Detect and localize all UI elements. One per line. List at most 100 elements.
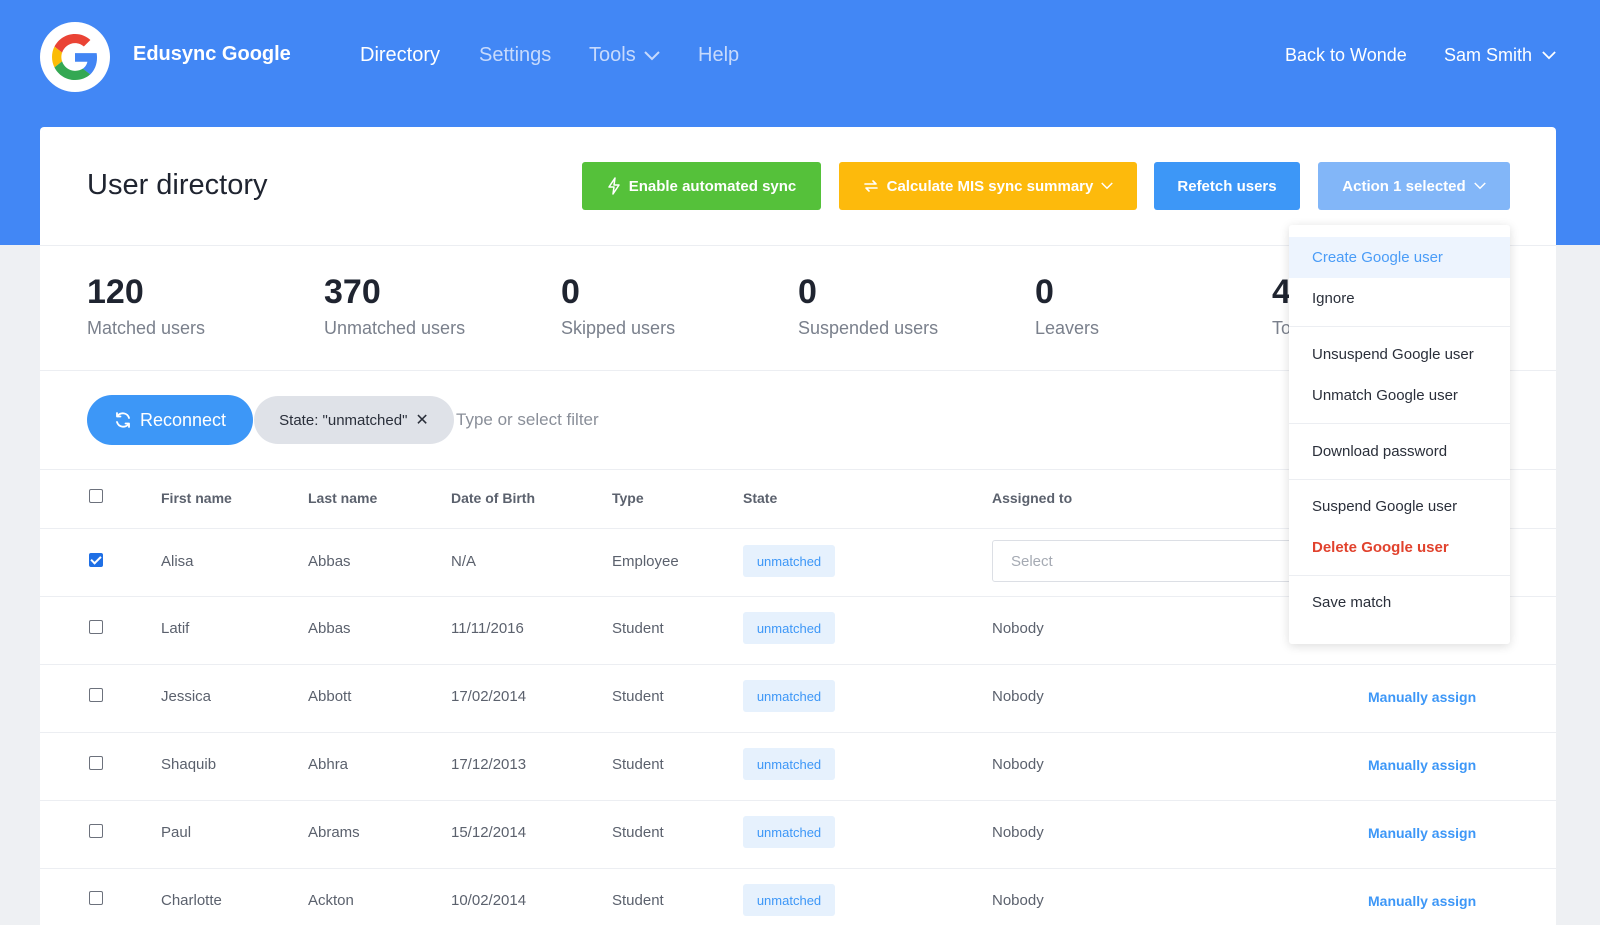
table-row: Shaquib Abhra 17/12/2013 Student unmatch… <box>40 733 1556 800</box>
button-label: Action 1 selected <box>1342 177 1466 195</box>
chip-label: State: "unmatched" <box>279 411 408 429</box>
menu-item-label: Create Google user <box>1312 249 1443 266</box>
cell-first-name: Shaquib <box>161 756 217 773</box>
menu-item-save-match[interactable]: Save match <box>1289 582 1510 623</box>
stat-value: 0 <box>798 273 817 311</box>
reconnect-button[interactable]: Reconnect <box>87 395 253 445</box>
cell-dob: 15/12/2014 <box>451 824 527 841</box>
stat-label: Matched users <box>87 318 206 338</box>
menu-item-create-google-user[interactable]: Create Google user <box>1289 237 1510 278</box>
manually-assign-link[interactable]: Manually assign <box>1368 893 1476 909</box>
table-row: Jessica Abbott 17/02/2014 Student unmatc… <box>40 665 1556 732</box>
stat-value: 120 <box>87 273 144 311</box>
user-menu[interactable]: Sam Smith <box>1444 45 1556 66</box>
stat-value: 370 <box>324 273 381 311</box>
stat-label: Suspended users <box>798 318 939 338</box>
table-row: Charlotte Ackton 10/02/2014 Student unma… <box>40 869 1556 925</box>
cell-dob: 17/02/2014 <box>451 688 527 705</box>
menu-separator <box>1289 575 1510 576</box>
menu-separator <box>1289 423 1510 424</box>
close-icon[interactable]: ✕ <box>415 410 428 430</box>
cell-type: Student <box>612 620 664 637</box>
sync-icon <box>863 180 878 192</box>
menu-item-label: Suspend Google user <box>1312 498 1458 515</box>
row-checkbox[interactable] <box>89 891 103 905</box>
manually-assign-link[interactable]: Manually assign <box>1368 825 1476 841</box>
button-label: Reconnect <box>139 409 227 430</box>
cell-last-name: Abbott <box>308 688 352 705</box>
menu-item-download-password[interactable]: Download password <box>1289 431 1510 472</box>
status-badge: unmatched <box>743 884 835 916</box>
row-checkbox[interactable] <box>89 824 103 838</box>
cell-dob: 17/12/2013 <box>451 756 527 773</box>
stat-skipped: 0 Skipped users <box>561 273 675 339</box>
row-checkbox[interactable] <box>89 553 103 567</box>
menu-item-delete-google-user[interactable]: Delete Google user <box>1289 527 1510 568</box>
column-header-dob[interactable]: Date of Birth <box>451 490 535 506</box>
menu-item-unsuspend-google-user[interactable]: Unsuspend Google user <box>1289 334 1510 375</box>
cell-last-name: Ackton <box>308 892 354 909</box>
cell-type: Student <box>612 688 664 705</box>
select-placeholder: Select <box>1011 552 1053 570</box>
cell-assigned-to: Nobody <box>992 892 1044 909</box>
menu-item-ignore[interactable]: Ignore <box>1289 278 1510 319</box>
row-checkbox[interactable] <box>89 688 103 702</box>
assign-select[interactable]: Select <box>992 540 1302 582</box>
button-label: Calculate MIS sync summary <box>886 177 1094 195</box>
manually-assign-link[interactable]: Manually assign <box>1368 689 1476 705</box>
brand-name: Edusync Google <box>133 43 291 65</box>
lightning-icon <box>607 177 620 195</box>
cell-type: Employee <box>612 553 679 570</box>
column-header-type[interactable]: Type <box>612 490 644 506</box>
status-badge: unmatched <box>743 748 835 780</box>
column-header-last-name[interactable]: Last name <box>308 490 377 506</box>
cell-type: Student <box>612 756 664 773</box>
row-checkbox[interactable] <box>89 620 103 634</box>
stat-label: Unmatched users <box>324 318 466 338</box>
stat-value: 0 <box>1035 273 1054 311</box>
nav-settings[interactable]: Settings <box>479 44 551 67</box>
nav-label: Help <box>698 44 740 66</box>
stat-suspended: 0 Suspended users <box>798 273 938 339</box>
status-badge: unmatched <box>743 680 835 712</box>
calculate-summary-button[interactable]: Calculate MIS sync summary <box>839 162 1137 210</box>
stat-unmatched: 370 Unmatched users <box>324 273 465 339</box>
menu-item-unmatch-google-user[interactable]: Unmatch Google user <box>1289 375 1510 416</box>
filter-input[interactable] <box>456 402 756 438</box>
menu-separator <box>1289 326 1510 327</box>
cell-dob: 10/02/2014 <box>451 892 527 909</box>
chevron-down-icon <box>1101 182 1114 190</box>
cell-type: Student <box>612 824 664 841</box>
select-all-checkbox[interactable] <box>89 489 103 503</box>
chevron-down-icon <box>643 50 660 60</box>
button-label: Enable automated sync <box>628 177 797 195</box>
google-g-icon <box>52 34 98 80</box>
cell-last-name: Abrams <box>308 824 360 841</box>
bulk-action-button[interactable]: Action 1 selected <box>1318 162 1510 210</box>
cell-assigned-to: Nobody <box>992 756 1044 773</box>
column-header-assigned-to[interactable]: Assigned to <box>992 490 1072 506</box>
menu-item-suspend-google-user[interactable]: Suspend Google user <box>1289 486 1510 527</box>
row-checkbox[interactable] <box>89 756 103 770</box>
stat-label: Leavers <box>1035 318 1100 338</box>
menu-item-label: Ignore <box>1312 290 1355 307</box>
column-header-first-name[interactable]: First name <box>161 490 232 506</box>
cell-dob: N/A <box>451 553 477 570</box>
stat-value: 0 <box>561 273 580 311</box>
stat-label: Skipped users <box>561 318 676 338</box>
refetch-users-button[interactable]: Refetch users <box>1154 162 1300 210</box>
stat-matched: 120 Matched users <box>87 273 205 339</box>
status-badge: unmatched <box>743 612 835 644</box>
column-header-state[interactable]: State <box>743 490 777 506</box>
enable-sync-button[interactable]: Enable automated sync <box>582 162 821 210</box>
cell-first-name: Jessica <box>161 688 212 705</box>
google-logo[interactable] <box>40 22 110 92</box>
back-to-wonde-link[interactable]: Back to Wonde <box>1285 45 1407 66</box>
nav-tools[interactable]: Tools <box>589 44 660 67</box>
cell-last-name: Abbas <box>308 553 351 570</box>
nav-help[interactable]: Help <box>698 44 739 67</box>
manually-assign-link[interactable]: Manually assign <box>1368 757 1476 773</box>
table-row: Paul Abrams 15/12/2014 Student unmatched… <box>40 801 1556 868</box>
nav-directory[interactable]: Directory <box>360 44 440 67</box>
cell-first-name: Latif <box>161 620 190 637</box>
